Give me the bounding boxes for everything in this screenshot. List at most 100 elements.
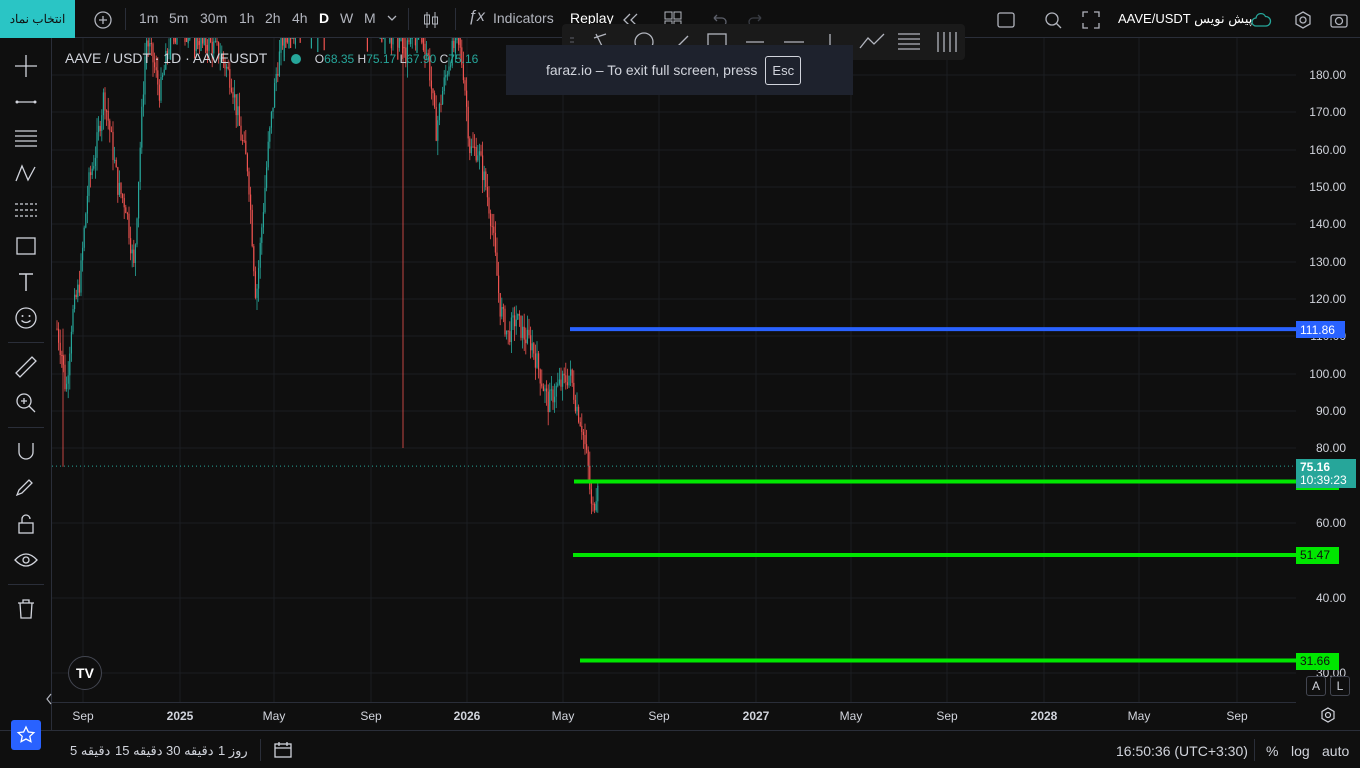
- candle-body: [149, 43, 151, 47]
- chart-layout-icon[interactable]: [995, 9, 1017, 31]
- candle-body: [78, 284, 80, 293]
- candle-body: [85, 213, 87, 228]
- candle-body: [581, 426, 583, 433]
- trend-line-icon[interactable]: [13, 89, 39, 115]
- auto-scale-toggle[interactable]: auto: [1322, 743, 1349, 759]
- candle-body: [470, 146, 472, 154]
- text-tool-icon[interactable]: [13, 269, 39, 295]
- candle-body: [112, 131, 114, 160]
- interval-2h[interactable]: 2h: [265, 10, 281, 26]
- candle-body: [198, 41, 200, 45]
- toolbar-divider: [125, 8, 126, 30]
- quick-search-icon[interactable]: [1042, 9, 1064, 31]
- favorites-star-button[interactable]: [11, 720, 41, 750]
- interval-30m[interactable]: 30m: [200, 10, 227, 26]
- time-axis-label: May: [839, 709, 863, 723]
- auto-scale-button[interactable]: A: [1306, 676, 1326, 696]
- log-scale-toggle[interactable]: log: [1291, 743, 1310, 759]
- candle-body: [531, 343, 533, 351]
- time-axis-label: May: [1127, 709, 1151, 723]
- candle-body: [117, 167, 119, 195]
- date-range-calendar-icon[interactable]: [272, 739, 294, 761]
- candle-body: [58, 328, 60, 343]
- interval-w[interactable]: W: [340, 10, 353, 26]
- prediction-icon[interactable]: [13, 197, 39, 223]
- price-chart[interactable]: [52, 38, 1296, 702]
- candle-body: [390, 38, 392, 49]
- candle-body: [150, 43, 152, 45]
- symbol-title[interactable]: AAVE/USDT پیش نویس: [1118, 11, 1252, 27]
- tradingview-logo[interactable]: TV: [68, 656, 102, 690]
- interval-5m[interactable]: 5m: [169, 10, 188, 26]
- candles-style-icon[interactable]: [420, 9, 442, 31]
- candle-body: [504, 308, 506, 335]
- candle-body: [434, 93, 436, 108]
- star-icon: [16, 725, 36, 743]
- clock-timezone[interactable]: 16:50:36 (UTC+3:30): [1116, 743, 1248, 759]
- settings-gear-icon[interactable]: [1292, 9, 1314, 31]
- symbol-search-button[interactable]: انتخاب نماد: [0, 0, 75, 38]
- range-15-minutes[interactable]: 15 دقیقه: [115, 743, 163, 759]
- candle-body: [542, 386, 544, 392]
- price-axis[interactable]: 180.00 170.00 160.00 150.00 140.00 130.00 120.…: [1296, 38, 1360, 702]
- zoom-in-icon[interactable]: [13, 390, 39, 416]
- candle-body: [227, 66, 229, 69]
- emoji-icon[interactable]: [13, 305, 39, 331]
- eye-icon[interactable]: [13, 547, 39, 573]
- magnet-icon[interactable]: [13, 439, 39, 465]
- candle-body: [163, 69, 165, 76]
- trash-icon[interactable]: [13, 596, 39, 622]
- percent-scale-toggle[interactable]: %: [1266, 743, 1278, 759]
- axis-settings-gear-icon[interactable]: [1318, 705, 1338, 725]
- candle-body: [456, 38, 458, 41]
- camera-icon[interactable]: [1328, 9, 1350, 31]
- shapes-rectangle-icon[interactable]: [13, 233, 39, 259]
- candle-body: [483, 171, 485, 181]
- candle-body: [242, 140, 244, 142]
- candle-body: [523, 326, 525, 340]
- candle-body: [502, 307, 504, 309]
- interval-4h[interactable]: 4h: [292, 10, 308, 26]
- candle-body: [563, 373, 565, 376]
- add-symbol-icon[interactable]: [92, 9, 114, 31]
- fib-retracement-icon[interactable]: [13, 125, 39, 151]
- range-30-minutes[interactable]: 30 دقیقه: [166, 743, 214, 759]
- candle-body: [272, 107, 274, 112]
- range-5-minutes[interactable]: 5 دقیقه: [70, 743, 110, 759]
- candle-body: [578, 406, 580, 422]
- candle-body: [438, 103, 440, 121]
- time-axis[interactable]: Sep 2025 May Sep 2026 May Sep 2027 May Sep 2028 May…: [52, 702, 1296, 730]
- crosshair-icon[interactable]: [13, 53, 39, 79]
- chevron-down-icon[interactable]: [386, 12, 398, 24]
- interval-1m[interactable]: 1m: [139, 10, 158, 26]
- range-1-day[interactable]: 1 روز: [218, 743, 248, 759]
- candle-body: [75, 294, 77, 298]
- collapse-sidebar-chevron-icon[interactable]: [44, 692, 54, 706]
- interval-1h[interactable]: 1h: [239, 10, 255, 26]
- candle-body: [422, 38, 424, 51]
- candle-body: [202, 38, 204, 44]
- candle-body: [408, 40, 410, 42]
- candle-body: [98, 125, 100, 133]
- ruler-icon[interactable]: [13, 354, 39, 380]
- interval-d[interactable]: D: [319, 10, 329, 26]
- fullscreen-icon[interactable]: [1080, 9, 1102, 31]
- chart-pane[interactable]: [52, 38, 1296, 702]
- indicators-button[interactable]: Indicators: [493, 10, 554, 26]
- pattern-icon[interactable]: [13, 161, 39, 187]
- candle-body: [109, 120, 111, 131]
- candle-body: [499, 293, 501, 317]
- candle-body: [131, 249, 133, 254]
- candle-body: [472, 146, 474, 148]
- fx-icon[interactable]: ƒx: [468, 8, 490, 30]
- log-scale-button[interactable]: L: [1330, 676, 1350, 696]
- interval-m[interactable]: M: [364, 10, 376, 26]
- toolbar-divider: [408, 8, 409, 30]
- lock-drawing-pencil-icon[interactable]: [13, 475, 39, 501]
- legend-title[interactable]: AAVE / USDT · 1D · AAVEUSDT: [65, 50, 267, 66]
- lock-icon[interactable]: [13, 511, 39, 537]
- cloud-save-icon[interactable]: [1250, 9, 1272, 31]
- candle-body: [411, 38, 413, 39]
- price-axis-label: 60.00: [1315, 516, 1346, 530]
- candle-body: [594, 503, 596, 511]
